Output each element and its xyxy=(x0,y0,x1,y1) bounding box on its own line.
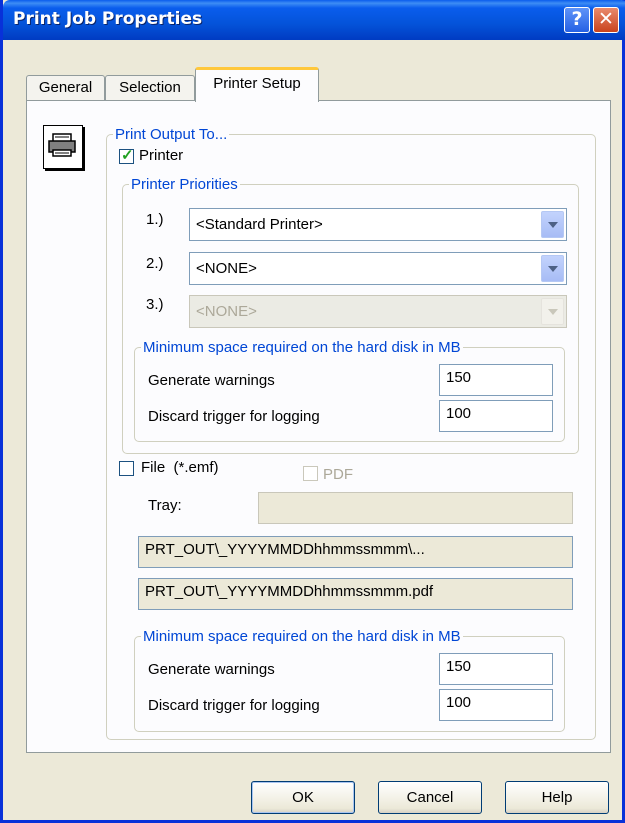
ok-button[interactable]: OK xyxy=(251,781,355,814)
printer-checkbox[interactable]: ✓ xyxy=(119,147,134,164)
pdf-checkbox-label: PDF xyxy=(323,466,353,483)
title-bar[interactable]: Print Job Properties ? ✕ xyxy=(3,0,625,40)
priority-1-value: <Standard Printer> xyxy=(196,216,323,233)
priority-2-value: <NONE> xyxy=(196,260,257,277)
priority-1-label: 1.) xyxy=(146,211,164,228)
priority-2-label: 2.) xyxy=(146,255,164,272)
printer-icon xyxy=(43,125,83,169)
tray-label: Tray: xyxy=(148,497,182,514)
priority-3-value: <NONE> xyxy=(196,303,257,320)
printer-discard-label: Discard trigger for logging xyxy=(148,408,320,425)
tab-printer-setup[interactable]: Printer Setup xyxy=(195,67,319,102)
printer-disk-space-legend: Minimum space required on the hard disk … xyxy=(143,339,461,356)
check-icon: ✓ xyxy=(121,147,134,164)
help-icon[interactable]: ? xyxy=(564,7,590,33)
print-output-legend: Print Output To... xyxy=(115,126,228,143)
printer-discard-input[interactable]: 100 xyxy=(439,400,553,432)
tray-input xyxy=(258,492,573,524)
window-title: Print Job Properties xyxy=(13,9,203,29)
cancel-button[interactable]: Cancel xyxy=(378,781,482,814)
printer-warnings-label: Generate warnings xyxy=(148,372,275,389)
emf-path-field: PRT_OUT\_YYYYMMDDhhmmssmmm\... xyxy=(138,536,573,568)
priority-3-label: 3.) xyxy=(146,296,164,313)
tab-selection[interactable]: Selection xyxy=(105,75,195,100)
chevron-down-icon xyxy=(541,298,564,325)
file-checkbox-label: File (*.emf) xyxy=(141,459,219,476)
file-warnings-label: Generate warnings xyxy=(148,661,275,678)
printer-checkbox-label: Printer xyxy=(139,147,184,164)
tab-general[interactable]: General xyxy=(26,75,105,100)
priority-3-select: <NONE> xyxy=(189,295,567,328)
help-button[interactable]: Help xyxy=(505,781,609,814)
chevron-down-icon[interactable] xyxy=(541,211,564,238)
printer-priorities-legend: Printer Priorities xyxy=(131,176,238,193)
file-discard-label: Discard trigger for logging xyxy=(148,697,320,714)
file-discard-input[interactable]: 100 xyxy=(439,689,553,721)
close-icon[interactable]: ✕ xyxy=(593,7,619,33)
file-warnings-input[interactable]: 150 xyxy=(439,653,553,685)
dialog-window: Print Job Properties ? ✕ General Selecti… xyxy=(0,0,625,823)
pdf-path-field: PRT_OUT\_YYYYMMDDhhmmssmmm.pdf xyxy=(138,578,573,610)
priority-2-select[interactable]: <NONE> xyxy=(189,252,567,285)
chevron-down-icon[interactable] xyxy=(541,255,564,282)
pdf-checkbox xyxy=(303,466,318,481)
file-checkbox[interactable] xyxy=(119,461,134,476)
printer-warnings-input[interactable]: 150 xyxy=(439,364,553,396)
file-disk-space-legend: Minimum space required on the hard disk … xyxy=(143,628,461,645)
priority-1-select[interactable]: <Standard Printer> xyxy=(189,208,567,241)
